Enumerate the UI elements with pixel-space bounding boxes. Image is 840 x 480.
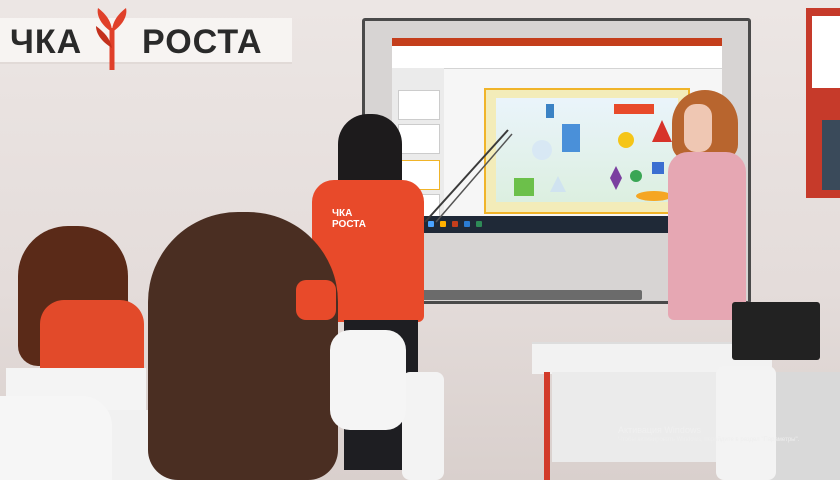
classroom-photo: ЧКА РОСТА ЧКА РОСТА Активация Windows Чт…	[0, 0, 840, 480]
teacher-blouse	[668, 152, 746, 320]
red-sleeve	[296, 280, 336, 320]
white-chair	[402, 372, 444, 480]
tshirt-print: ЧКА РОСТА	[332, 208, 366, 230]
laptop	[732, 302, 820, 360]
shelf-item	[822, 120, 840, 190]
foreground-shoulder	[0, 396, 112, 480]
windows-activation-text: Чтобы активировать Windows, перейдите в …	[618, 437, 800, 443]
teacher-face	[684, 104, 712, 152]
white-chair	[716, 366, 776, 480]
white-sleeve	[330, 330, 406, 430]
windows-activation-title: Активация Windows	[618, 425, 701, 435]
shelf-panel	[812, 16, 840, 88]
desk-leg	[544, 372, 550, 480]
long-hair	[148, 212, 338, 480]
red-tshirt-seated	[40, 300, 144, 376]
